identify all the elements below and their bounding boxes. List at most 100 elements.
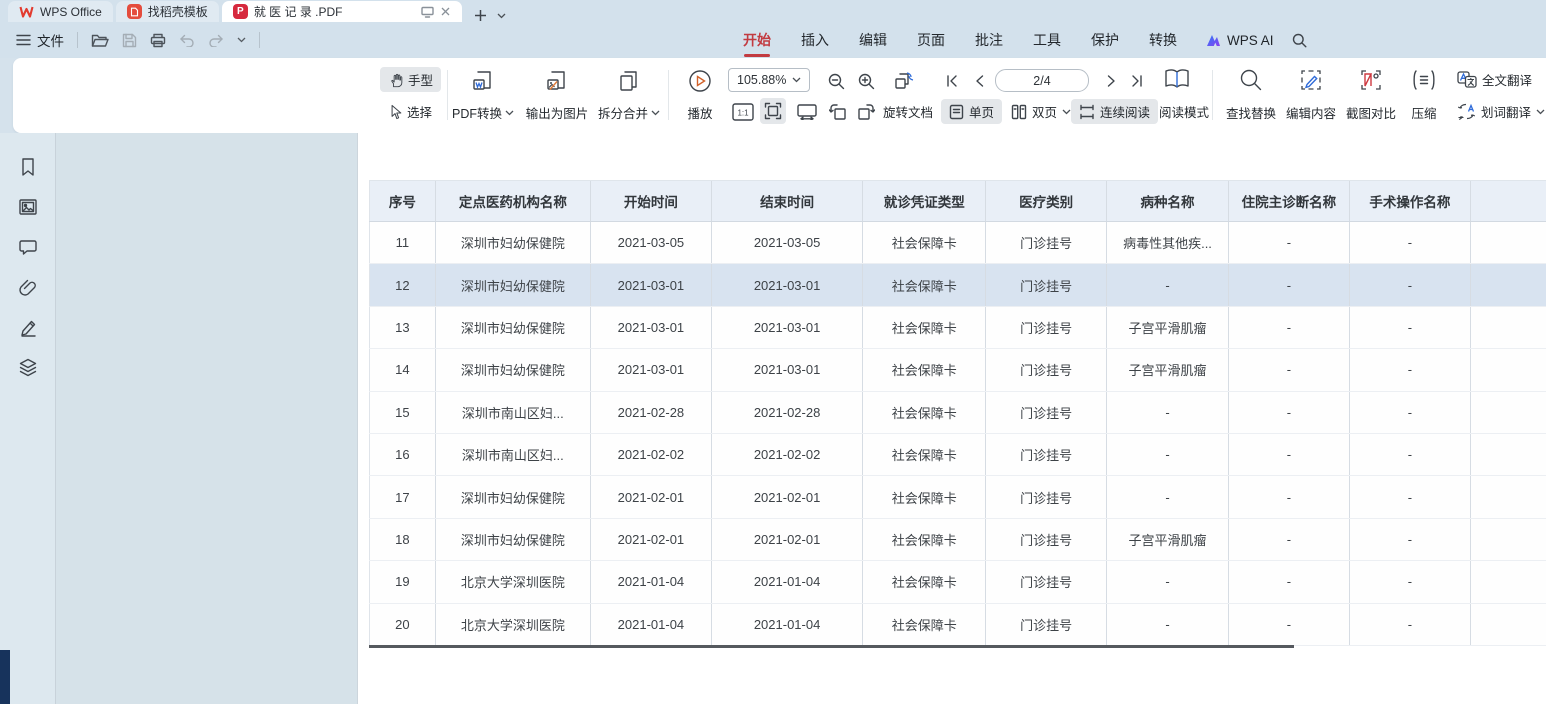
tab-document-active[interactable]: P 就 医 记 录 .PDF	[222, 1, 462, 22]
single-page-button[interactable]: 单页	[941, 99, 1002, 124]
page-indicator-input[interactable]: 2/4	[995, 69, 1089, 92]
tab-protect[interactable]: 保护	[1076, 22, 1134, 58]
word-translate-button[interactable]: 划词翻译	[1453, 99, 1546, 124]
print-icon[interactable]	[150, 33, 166, 48]
table-cell: 门诊挂号	[986, 349, 1107, 390]
table-row[interactable]: 13深圳市妇幼保健院2021-03-012021-03-01社会保障卡门诊挂号子…	[369, 307, 1546, 349]
pdf-convert-button[interactable]: PDF转换	[450, 65, 516, 126]
table-row[interactable]: 20北京大学深圳医院2021-01-042021-01-04社会保障卡门诊挂号-…	[369, 604, 1546, 646]
previous-page-icon[interactable]	[968, 70, 990, 92]
quick-access-chevron-icon[interactable]	[237, 37, 246, 43]
table-cell: 15	[369, 392, 436, 433]
table-cell: 14	[369, 349, 436, 390]
actual-size-button[interactable]: 1:1	[729, 99, 757, 124]
new-tab-icon[interactable]	[474, 9, 487, 22]
zoom-in-icon[interactable]	[855, 70, 877, 92]
table-row[interactable]: 17深圳市妇幼保健院2021-02-012021-02-01社会保障卡门诊挂号-…	[369, 476, 1546, 518]
rotate-document-icon[interactable]	[893, 70, 915, 92]
thumbnail-panel-icon[interactable]	[0, 187, 56, 227]
select-tool-button[interactable]: 选择	[380, 99, 440, 124]
play-button[interactable]: 播放	[676, 65, 724, 126]
file-menu[interactable]: 文件	[16, 30, 64, 50]
table-row[interactable]: 11深圳市妇幼保健院2021-03-052021-03-05社会保障卡门诊挂号病…	[369, 222, 1546, 264]
chevron-down-icon	[651, 110, 660, 116]
fit-width-button[interactable]	[794, 99, 820, 124]
play-icon	[687, 68, 713, 94]
tab-docer-templates[interactable]: 找稻壳模板	[116, 1, 219, 22]
column-header: 医疗类别	[986, 181, 1107, 221]
read-mode-button[interactable]: 阅读模式	[1151, 99, 1217, 124]
table-cell: 20	[369, 604, 436, 645]
tab-insert[interactable]: 插入	[786, 22, 844, 58]
full-translate-button[interactable]: 全文翻译	[1453, 67, 1536, 92]
split-merge-button[interactable]: 拆分合并	[596, 65, 662, 126]
tab-list-chevron-icon[interactable]	[497, 13, 506, 19]
tab-convert[interactable]: 转换	[1134, 22, 1192, 58]
export-image-button[interactable]: 输出为图片	[520, 65, 594, 126]
hand-tool-button[interactable]: 手型	[380, 67, 441, 92]
open-file-icon[interactable]	[91, 33, 109, 48]
table-cell: -	[1350, 434, 1471, 475]
table-row[interactable]: 16深圳市南山区妇...2021-02-022021-02-02社会保障卡门诊挂…	[369, 434, 1546, 476]
menu-search-icon[interactable]	[1292, 33, 1307, 48]
screenshot-compare-button[interactable]: 截图对比	[1340, 65, 1402, 126]
tab-home[interactable]: 开始	[728, 22, 786, 58]
zoom-level-combobox[interactable]: 105.88%	[728, 68, 810, 92]
table-cell: 社会保障卡	[863, 392, 986, 433]
fit-page-button[interactable]	[760, 98, 786, 124]
zoom-out-icon[interactable]	[825, 70, 847, 92]
double-page-button[interactable]: 双页	[1003, 99, 1079, 124]
table-cell-cutoff	[1471, 307, 1546, 348]
bookmark-panel-icon[interactable]	[0, 147, 56, 187]
redo-icon[interactable]	[208, 34, 224, 47]
table-cell: 门诊挂号	[986, 561, 1107, 602]
column-header: 病种名称	[1107, 181, 1229, 221]
tab-wps-office[interactable]: WPS Office	[8, 1, 113, 22]
tab-edit[interactable]: 编辑	[844, 22, 902, 58]
comment-panel-icon[interactable]	[0, 227, 56, 267]
rotate-document-button[interactable]: 旋转文档	[879, 99, 937, 124]
divider	[259, 32, 260, 48]
close-tab-icon[interactable]	[440, 6, 451, 17]
table-cell: -	[1350, 561, 1471, 602]
screenshot-compare-label: 截图对比	[1346, 103, 1396, 122]
present-to-screen-icon[interactable]	[421, 6, 434, 18]
rotate-left-icon[interactable]	[826, 99, 850, 124]
table-row[interactable]: 12深圳市妇幼保健院2021-03-012021-03-01社会保障卡门诊挂号-…	[369, 264, 1546, 306]
compress-button[interactable]: 压缩	[1402, 65, 1446, 126]
document-viewer[interactable]: 序号定点医药机构名称开始时间结束时间就诊凭证类型医疗类别病种名称住院主诊断名称手…	[56, 133, 1546, 704]
table-row[interactable]: 18深圳市妇幼保健院2021-02-012021-02-01社会保障卡门诊挂号子…	[369, 519, 1546, 561]
rotate-right-icon[interactable]	[854, 99, 878, 124]
table-cell: 深圳市妇幼保健院	[436, 349, 591, 390]
table-row[interactable]: 14深圳市妇幼保健院2021-03-012021-03-01社会保障卡门诊挂号子…	[369, 349, 1546, 391]
find-replace-button[interactable]: 查找替换	[1220, 65, 1282, 126]
table-row[interactable]: 15深圳市南山区妇...2021-02-282021-02-28社会保障卡门诊挂…	[369, 392, 1546, 434]
wps-ai-entry[interactable]: WPS AI	[1206, 33, 1274, 48]
attachment-panel-icon[interactable]	[0, 267, 56, 307]
table-cell: -	[1229, 561, 1350, 602]
left-panel-dock	[0, 133, 56, 704]
undo-icon[interactable]	[179, 34, 195, 47]
signature-panel-icon[interactable]	[0, 307, 56, 347]
table-cell: -	[1350, 264, 1471, 305]
edit-content-button[interactable]: 编辑内容	[1280, 65, 1342, 126]
save-icon[interactable]	[122, 33, 137, 48]
layers-panel-icon[interactable]	[0, 347, 56, 387]
table-cell: 门诊挂号	[986, 392, 1107, 433]
table-row[interactable]: 19北京大学深圳医院2021-01-042021-01-04社会保障卡门诊挂号-…	[369, 561, 1546, 603]
table-cell-cutoff	[1471, 476, 1546, 517]
next-page-icon[interactable]	[1100, 70, 1122, 92]
table-cell: 社会保障卡	[863, 264, 986, 305]
read-mode-book-icon[interactable]	[1163, 67, 1191, 91]
table-cell: -	[1107, 561, 1229, 602]
first-page-icon[interactable]	[941, 70, 963, 92]
table-cell: -	[1350, 349, 1471, 390]
select-cursor-icon	[388, 104, 402, 120]
tab-tools[interactable]: 工具	[1018, 22, 1076, 58]
continuous-read-button[interactable]: 连续阅读	[1071, 99, 1158, 124]
table-cell: 深圳市妇幼保健院	[436, 519, 591, 560]
tab-page[interactable]: 页面	[902, 22, 960, 58]
last-page-icon[interactable]	[1126, 70, 1148, 92]
tab-comment[interactable]: 批注	[960, 22, 1018, 58]
rotate-document-label: 旋转文档	[883, 102, 933, 121]
